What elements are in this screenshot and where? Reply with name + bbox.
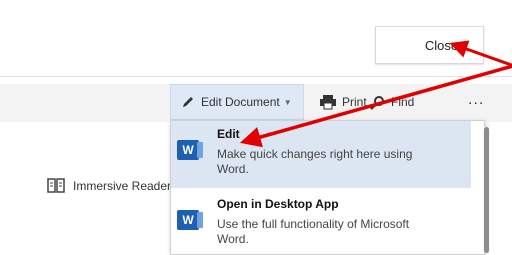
printer-icon: [320, 95, 336, 110]
word-icon: W: [177, 210, 203, 230]
immersive-reader-icon: [47, 178, 65, 193]
top-bar: Close: [0, 0, 512, 77]
more-options-button[interactable]: ...: [468, 82, 484, 118]
edit-document-label: Edit Document: [201, 95, 280, 109]
edit-document-menu: W Edit Make quick changes right here usi…: [170, 120, 485, 255]
print-label: Print: [342, 95, 367, 109]
print-button[interactable]: Print: [319, 84, 367, 120]
toolbar: Immersive Reader Edit Document ▼ Print F…: [0, 82, 512, 193]
immersive-reader-button[interactable]: Immersive Reader: [47, 168, 171, 204]
more-options-label: ...: [468, 91, 485, 108]
scrollbar-thumb[interactable]: [484, 127, 489, 253]
word-icon: W: [177, 140, 203, 160]
immersive-reader-label: Immersive Reader: [73, 179, 172, 193]
menu-item-open-desktop-description: Use the full functionality of Microsoft …: [217, 217, 410, 246]
menu-item-edit[interactable]: W Edit Make quick changes right here usi…: [171, 121, 471, 188]
pencil-icon: [183, 97, 193, 107]
edit-document-button[interactable]: Edit Document ▼: [170, 84, 304, 120]
menu-item-open-desktop-title: Open in Desktop App: [217, 197, 339, 211]
close-button[interactable]: Close: [375, 26, 484, 64]
find-button[interactable]: Find: [370, 84, 414, 120]
search-icon: [370, 95, 384, 110]
scrollbar[interactable]: [483, 127, 490, 253]
menu-item-edit-title: Edit: [217, 127, 240, 141]
chevron-down-icon: ▼: [283, 97, 292, 107]
menu-item-open-desktop[interactable]: W Open in Desktop App Use the full funct…: [171, 191, 471, 254]
find-label: Find: [391, 95, 415, 109]
menu-item-edit-description: Make quick changes right here using Word…: [217, 147, 413, 176]
